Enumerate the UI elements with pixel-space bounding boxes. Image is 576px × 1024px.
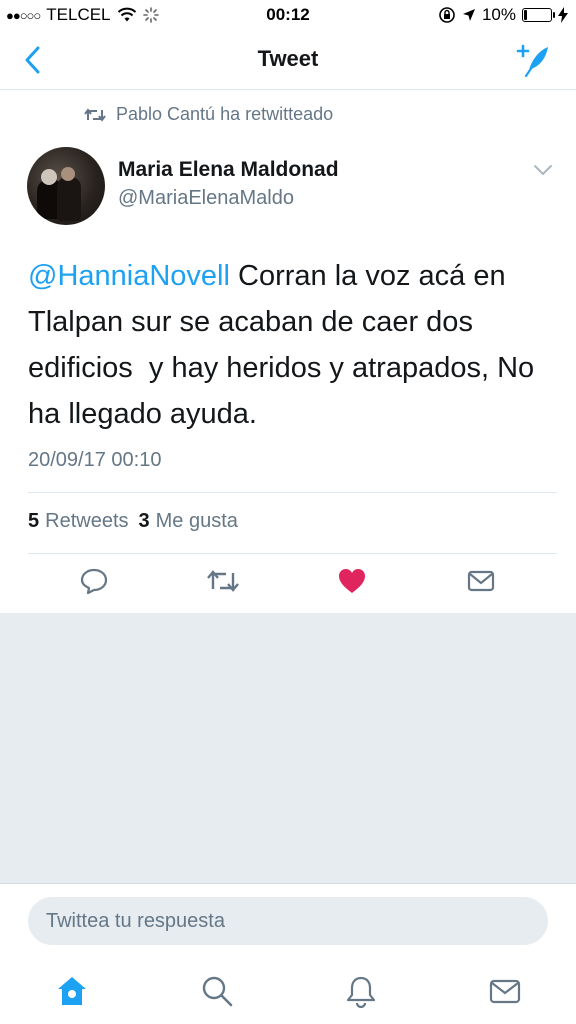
divider <box>28 492 557 493</box>
tweet-timestamp: 20/09/17 00:10 <box>28 449 162 471</box>
avatar[interactable] <box>27 147 105 225</box>
home-icon[interactable] <box>55 974 89 1008</box>
retweet-icon[interactable] <box>206 566 240 596</box>
chevron-down-icon[interactable] <box>532 162 554 178</box>
likes-label: Me gusta <box>155 510 238 532</box>
tweet-text: @HanniaNovell Corran la voz acá en Tlalp… <box>28 253 558 437</box>
direct-message-icon[interactable] <box>466 566 496 596</box>
location-arrow-icon <box>462 9 475 21</box>
retweets-count-link[interactable]: 5 Retweets <box>28 510 129 533</box>
battery-percent: 10% <box>481 5 516 24</box>
messages-icon[interactable] <box>488 974 522 1008</box>
divider <box>28 553 557 554</box>
author-handle[interactable]: @MariaElenaMaldo <box>118 187 294 210</box>
reply-input[interactable] <box>28 897 548 945</box>
reply-icon[interactable] <box>79 566 109 596</box>
status-bar: ●●○○○ TELCEL 00:12 10% <box>0 0 576 30</box>
nav-bar: Tweet <box>0 30 576 90</box>
avatar-figure <box>41 169 57 185</box>
compose-tweet-icon[interactable] <box>514 42 552 78</box>
retweeted-by-text: Pablo Cantú ha retwitteado <box>116 104 334 124</box>
search-icon[interactable] <box>200 974 234 1008</box>
tweet-stats: 5 Retweets 3 Me gusta <box>28 510 238 533</box>
likes-count: 3 <box>138 510 150 532</box>
author-name[interactable]: Maria Elena Maldonad <box>118 158 339 182</box>
tab-bar <box>0 959 576 1024</box>
page-title: Tweet <box>257 46 319 71</box>
tweet-actions <box>0 566 576 604</box>
reply-bar <box>0 883 576 959</box>
battery-icon <box>522 8 555 22</box>
likes-count-link[interactable]: 3 Me gusta <box>139 510 238 533</box>
retweet-icon <box>84 107 106 122</box>
notifications-icon[interactable] <box>344 974 378 1008</box>
orientation-lock-icon <box>439 7 455 23</box>
charging-bolt-icon <box>558 7 568 23</box>
mention-link[interactable]: @HanniaNovell <box>28 260 230 292</box>
like-heart-icon[interactable] <box>337 566 367 596</box>
retweets-count: 5 <box>28 510 40 532</box>
battery-fill <box>524 10 527 20</box>
retweets-label: Retweets <box>45 510 129 532</box>
avatar-figure <box>61 167 75 181</box>
status-right: 10% <box>438 5 568 25</box>
avatar-figure <box>57 177 81 221</box>
empty-replies-area <box>0 613 576 883</box>
retweeted-by-line[interactable]: Pablo Cantú ha retwitteado <box>84 104 333 125</box>
